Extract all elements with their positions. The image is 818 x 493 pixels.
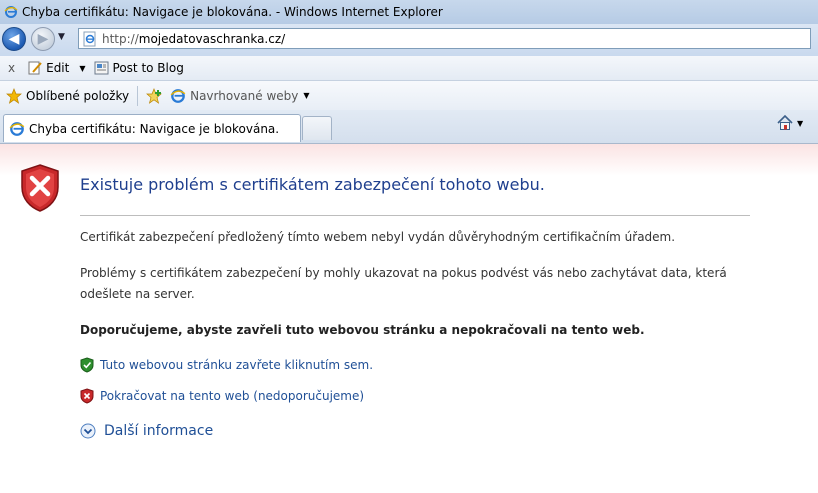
close-page-link-text: Tuto webovou stránku zavřete kliknutím s… [100,358,374,372]
chevron-down-icon: ▼ [79,63,86,73]
tab-bar: Chyba certifikátu: Navigace je blokována… [0,110,818,144]
suggested-sites-button[interactable]: Navrhované weby ▼ [170,88,310,104]
continue-link[interactable]: Pokračovat na tento web (nedoporučujeme) [80,388,364,404]
favorites-label: Oblíbené položky [26,88,130,103]
command-bar: x Edit ▼ Post to Blog [0,56,818,81]
more-info-label: Další informace [104,423,214,439]
toolbar-separator [137,85,139,106]
window-title: Chyba certifikátu: Navigace je blokována… [22,5,443,19]
chevron-down-circle-icon [80,423,96,439]
error-shield-icon [21,164,59,212]
ie-logo-icon [170,88,186,103]
chevron-down-icon: ▼ [303,91,310,100]
title-bar: Chyba certifikátu: Navigace je blokována… [0,0,818,24]
ie-logo-icon [4,6,18,18]
edit-label: Edit [46,61,70,75]
close-toolbar-label: x [8,61,16,75]
suggested-sites-label: Navrhované weby [190,88,299,103]
history-dropdown-icon[interactable]: ▼ [58,32,65,42]
tab-certificate-error[interactable]: Chyba certifikátu: Navigace je blokována… [3,114,301,142]
home-button[interactable]: ▼ [776,114,803,132]
page-icon [83,31,96,46]
url-host: mojedatovaschranka.cz/ [138,31,286,46]
red-shield-x-icon [80,388,94,404]
close-page-link[interactable]: Tuto webovou stránku zavřete kliknutím s… [80,357,373,373]
favorites-button[interactable]: Oblíbené položky [6,87,130,104]
new-tab-button[interactable] [302,116,332,140]
continue-link-text: Pokračovat na tento web (nedoporučujeme) [100,389,365,403]
arrow-right-icon: ▶ [37,31,49,47]
recommendation-text: Doporučujeme, abyste zavřeli tuto webovo… [80,323,645,337]
post-to-blog-button[interactable]: Post to Blog [94,60,184,76]
certificate-error-page: Existuje problém s certifikátem zabezpeč… [0,144,818,493]
divider [80,215,750,216]
blog-icon [94,61,109,75]
risk-message: Problémy s certifikátem zabezpečení by m… [80,266,727,301]
edit-button[interactable]: Edit ▼ [27,60,86,76]
more-info-toggle[interactable]: Další informace [80,423,213,439]
address-row: ◀ ▶ ▼ http://mojedatovaschranka.cz/ [0,24,818,56]
favorites-bar: Oblíbené položky Navrhované weby ▼ [0,81,818,110]
chevron-down-icon: ▼ [797,118,804,128]
tab-label: Chyba certifikátu: Navigace je blokována… [29,121,280,136]
close-toolbar-button[interactable]: x [8,61,15,75]
arrow-left-icon: ◀ [8,31,20,47]
ie-logo-icon [9,121,25,136]
address-bar[interactable]: http://mojedatovaschranka.cz/ [78,28,811,49]
forward-button[interactable]: ▶ [31,27,55,51]
url-protocol: http:// [102,31,139,46]
star-icon [6,87,22,104]
post-to-blog-label: Post to Blog [112,61,184,75]
page-title: Existuje problém s certifikátem zabezpeč… [80,175,545,194]
certificate-message: Certifikát zabezpečení předložený tímto … [80,230,676,244]
back-button[interactable]: ◀ [2,27,26,51]
home-icon [777,114,793,130]
add-favorite-icon[interactable] [146,87,164,104]
green-shield-check-icon [80,357,94,373]
address-url: http://mojedatovaschranka.cz/ [102,32,285,46]
edit-icon [28,61,42,75]
